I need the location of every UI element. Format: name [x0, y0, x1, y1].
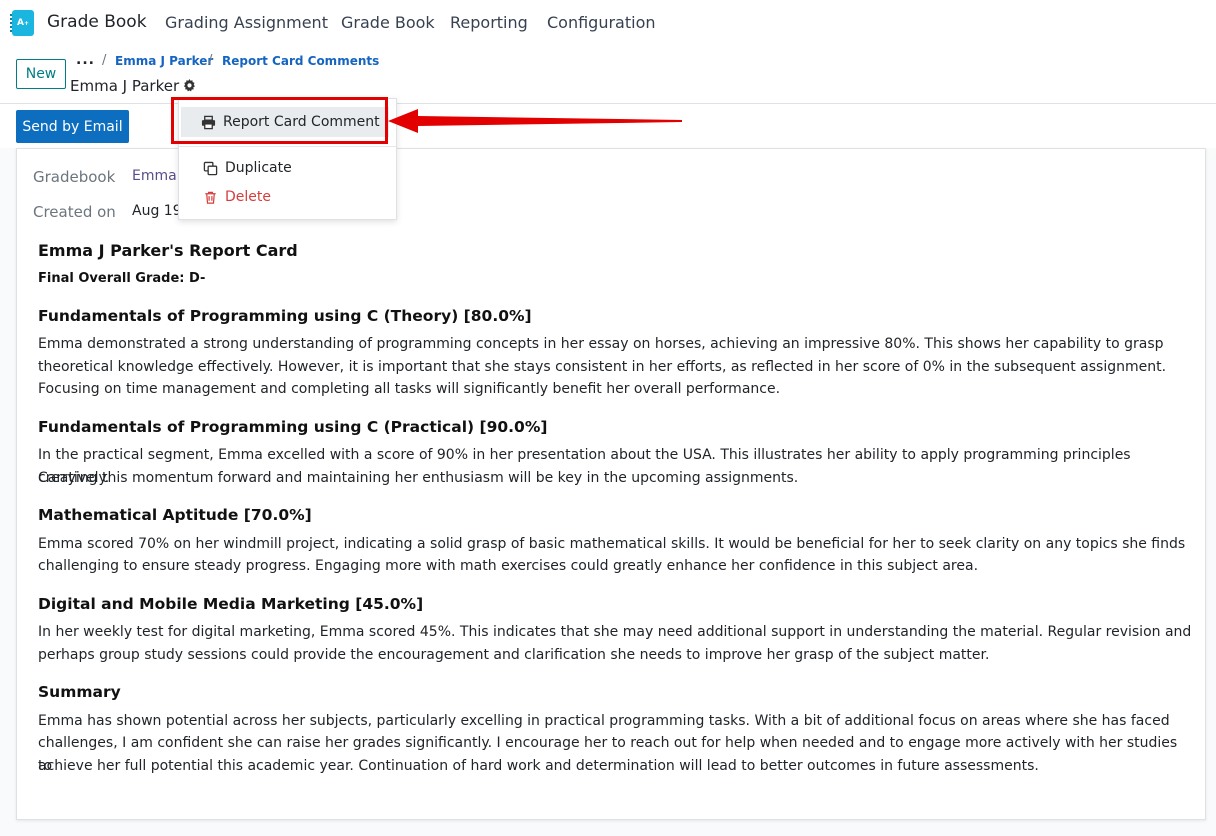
section-heading: Mathematical Aptitude [70.0%]	[38, 506, 312, 524]
annotation-arrow	[388, 109, 682, 133]
new-button[interactable]: New	[16, 59, 66, 89]
top-navbar: A + Grade Book Grading Assignment Grade B…	[0, 0, 1216, 44]
gradebook-label: Gradebook	[33, 168, 116, 186]
breadcrumb-ellipsis[interactable]: ...	[76, 52, 95, 68]
nav-reporting[interactable]: Reporting	[450, 13, 528, 32]
section-line: In her weekly test for digital marketing…	[38, 624, 1192, 640]
duplicate-icon	[203, 161, 218, 175]
duplicate-item[interactable]: Duplicate	[180, 153, 395, 183]
created-on-label: Created on	[33, 203, 116, 221]
control-panel: New ... / Emma J Parker / Report Card Co…	[0, 44, 1216, 104]
breadcrumb-separator: /	[208, 53, 213, 68]
section-line: theoretical knowledge effectively. Howev…	[38, 359, 1167, 375]
section-line: perhaps group study sessions could provi…	[38, 647, 990, 663]
annotation-highlight-box	[171, 97, 388, 144]
nav-grading-assignment[interactable]: Grading Assignment	[165, 13, 328, 32]
breadcrumb-report-card-comments[interactable]: Report Card Comments	[222, 54, 379, 68]
section-line: challenging to ensure steady progress. E…	[38, 558, 979, 574]
record-name: Emma J Parker	[70, 77, 180, 95]
created-on-value: Aug 19	[132, 203, 182, 219]
nav-grade-book[interactable]: Grade Book	[341, 13, 435, 32]
section-line: Carrying this momentum forward and maint…	[38, 470, 799, 486]
app-icon[interactable]: A +	[10, 10, 34, 36]
menu-divider	[179, 146, 396, 147]
gradebook-value[interactable]: Emma	[132, 168, 177, 184]
trash-icon	[205, 191, 216, 204]
section-heading: Summary	[38, 683, 121, 701]
section-line: Emma scored 70% on her windmill project,…	[38, 536, 1186, 552]
report-title: Emma J Parker's Report Card	[38, 241, 298, 260]
section-line: Focusing on time management and completi…	[38, 381, 781, 397]
final-grade: Final Overall Grade: D-	[38, 271, 206, 286]
form-sheet: Gradebook Emma Created on Aug 19 Emma J …	[16, 148, 1206, 820]
app-brand[interactable]: Grade Book	[47, 12, 147, 32]
section-line: Emma has shown potential across her subj…	[38, 713, 1170, 729]
delete-label: Delete	[225, 189, 271, 205]
breadcrumb-separator: /	[102, 53, 107, 68]
section-heading: Fundamentals of Programming using C (Pra…	[38, 418, 548, 436]
delete-item[interactable]: Delete	[180, 182, 395, 212]
send-by-email-button[interactable]: Send by Email	[16, 110, 129, 143]
breadcrumb-emma[interactable]: Emma J Parker	[115, 54, 213, 68]
section-line: achieve her full potential this academic…	[38, 758, 1039, 774]
section-line: Emma demonstrated a strong understanding…	[38, 336, 1164, 352]
gear-icon[interactable]	[183, 79, 196, 92]
section-heading: Digital and Mobile Media Marketing [45.0…	[38, 595, 424, 613]
nav-configuration[interactable]: Configuration	[547, 13, 656, 32]
section-heading: Fundamentals of Programming using C (The…	[38, 307, 532, 325]
duplicate-label: Duplicate	[225, 160, 292, 176]
